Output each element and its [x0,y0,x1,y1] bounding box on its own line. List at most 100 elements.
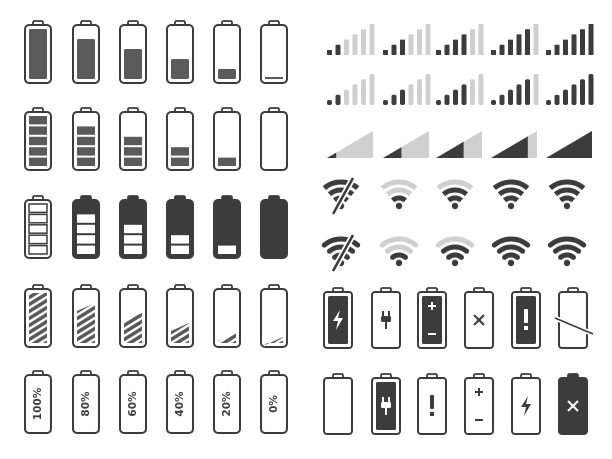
battery-icon-empty: 0% [260,370,288,434]
battery-fill [218,69,236,79]
battery-icon-empty [260,107,288,171]
signal-bar [554,44,560,55]
wifi-row-a [322,176,586,216]
plug-prong [382,311,384,316]
battery-segment [29,126,47,135]
wifi-dot [563,202,571,210]
battery-segment [28,244,48,255]
plug-prong [388,311,390,316]
exclamation-dot [430,412,434,416]
signal-triangle-bg [383,131,429,158]
battery-stripe [120,347,146,363]
signal-icon-level-1 [327,24,375,55]
battery-fill [171,59,189,79]
wifi-dot [451,202,459,210]
signal-bar [369,74,375,105]
exclamation-icon [430,395,434,416]
battery-percent-label: 0% [268,395,280,413]
wifi-dot [563,259,571,267]
signal-bar [408,34,414,55]
signal-bar [436,50,441,55]
battery-icon-mid [166,20,194,84]
battery-segment [77,224,95,234]
battery-stripe [25,354,51,370]
battery-stripe [167,270,193,286]
battery-percent-row: 100% 80% 60% 40% 20% 0% [24,370,288,434]
plug-prong [382,397,384,402]
status-battery-plug-icon [371,373,401,435]
battery-segment [28,224,48,234]
status-battery-plus-minus-icon [464,373,494,435]
battery-icon-mid [166,107,194,171]
battery-body [260,199,288,259]
signal-bar [554,94,560,105]
battery-body [323,377,353,435]
battery-fill [265,77,283,79]
battery-stripe [261,263,287,279]
signal-triangle-fill [383,147,402,158]
minus [475,419,483,421]
signal-triangle-bg [327,131,373,158]
signal-icon-level-3 [436,74,484,105]
signal-bar [563,89,568,105]
battery-stripe [261,347,287,363]
signal-triangle-fill [436,141,464,158]
battery-segment [171,157,189,166]
signal-bar [508,89,513,105]
wifi-icon-level-2 [436,179,474,210]
wifi-arc [496,244,526,254]
battery-segment [77,136,95,146]
exclamation-bar [430,395,434,409]
battery-segment [171,245,189,254]
signal-triangle-fill [491,136,528,158]
status-battery-cross-icon [464,287,494,349]
signal-bar [461,84,467,105]
battery-solid-fill-row [24,20,288,84]
wifi-icon-level-3 [491,236,531,267]
status-battery-plus-minus-icon [417,287,447,349]
signal-bar [533,74,539,105]
wifi-icon-grid [321,176,587,273]
status-battery-empty-battery-icon [323,373,353,435]
battery-icon-mid-high: 60% [119,370,147,434]
signal-bar [470,79,475,105]
battery-stripe [73,270,99,286]
signal-bar [499,44,505,55]
signal-icon-level-5 [546,74,594,105]
signal-icon-level-2 [383,131,429,158]
signal-icon-level-5 [546,131,592,158]
battery-segment [124,147,142,156]
wifi-icon-level-1 [380,179,418,210]
signal-bar [444,44,450,55]
signal-bar [327,100,332,105]
wifi-arc [379,236,419,248]
battery-striped-row [24,263,288,370]
battery-stripe [73,354,99,370]
wifi-arc [553,187,581,197]
signal-bar [508,39,513,55]
battery-segment [29,157,47,166]
signal-bar [391,94,397,105]
status-battery-charging-bolt-icon [511,373,541,435]
signal-bar [425,24,431,55]
wifi-row-b [321,233,587,273]
battery-body [260,111,288,171]
status-battery-broken-battery-icon [554,287,594,349]
battery-icon-full: 100% [24,370,52,434]
wifi-dot [395,202,403,210]
battery-icon-empty [260,263,288,363]
battery-body [213,288,241,348]
signal-triangle-row [327,131,592,158]
battery-body [260,24,288,84]
signal-bar [516,84,522,105]
battery-stripe [167,354,193,370]
signal-bar [400,89,405,105]
wifi-icon-level-1 [379,236,419,267]
signal-bar [400,39,405,55]
battery-stripe [73,347,99,363]
wifi-arc [384,244,414,254]
battery-body [166,288,194,348]
battery-segment [124,136,142,146]
battery-percent-label: 20% [221,391,233,417]
battery-inverted-segmented-row [24,195,288,259]
